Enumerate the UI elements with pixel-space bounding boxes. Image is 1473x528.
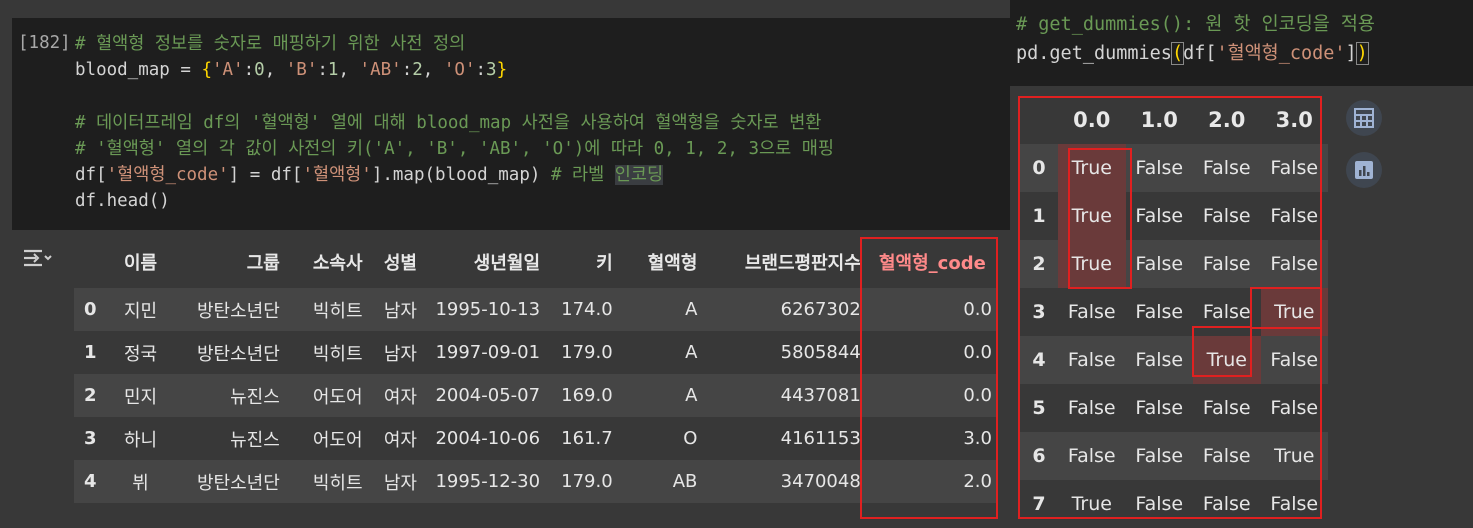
table-row: 0 True False False False <box>1020 144 1328 192</box>
table-row: 3 하니 뉴진스 어도어 여자 2004-10-06 161.7 O 4161153 3.0 <box>74 417 998 460</box>
get-dummies-comment-line: # get_dummies(): 원 핫 인코딩을 적용 <box>1016 14 1375 35</box>
execution-count: [182] <box>18 33 71 53</box>
right-notebook-panel: # get_dummies(): 원 핫 인코딩을 적용 pd.get_dumm… <box>1010 0 1473 528</box>
chart-icon <box>1355 161 1373 179</box>
table-row: 7 True False False False <box>1020 480 1328 528</box>
output-toggle-icon[interactable] <box>22 246 54 270</box>
table-row: 0 지민 방탄소년단 빅히트 남자 1995-10-13 174.0 A 6267302 0.0 <box>74 288 998 331</box>
col-header-height: 키 <box>596 253 613 274</box>
code-line-6: df.head() <box>75 191 170 211</box>
code-line-5: df['혈액형_code'] = df['혈액형'].map(blood_map… <box>75 165 664 185</box>
col-header-gender: 성별 <box>383 253 417 274</box>
left-notebook-panel: [182] # 혈액형 정보를 숫자로 매핑하기 위한 사전 정의 blood_… <box>0 0 1010 519</box>
code-line-1: # 혈액형 정보를 숫자로 매핑하기 위한 사전 정의 <box>75 34 466 54</box>
index-header <box>74 236 108 288</box>
col-header-group: 그룹 <box>246 253 280 274</box>
dummies-col-2: 2.0 <box>1208 108 1246 132</box>
dataframe-output-table: 이름 그룹 소속사 성별 생년월일 키 혈액형 브랜드평판지수 혈액형_code… <box>74 236 998 503</box>
get-dummies-code-line: pd.get_dummies(df['혈액형_code']) <box>1016 42 1369 65</box>
dummies-index-header <box>1020 96 1058 144</box>
table-row: 6 False False False True <box>1020 432 1328 480</box>
code-line-2: blood_map = {'A':0, 'B':1, 'AB':2, 'O':3… <box>75 60 508 80</box>
col-header-agency: 소속사 <box>312 253 363 274</box>
table-row: 4 False False True False <box>1020 336 1328 384</box>
code-cell[interactable]: [182] # 혈액형 정보를 숫자로 매핑하기 위한 사전 정의 blood_… <box>12 18 1010 230</box>
table-row: 1 True False False False <box>1020 192 1328 240</box>
col-header-bloodtype: 혈액형 <box>647 253 698 274</box>
table-row: 5 False False False False <box>1020 384 1328 432</box>
table-row: 4 뷔 방탄소년단 빅히트 남자 1995-12-30 179.0 AB 3470048 2.0 <box>74 460 998 503</box>
table-row: 2 True False False False <box>1020 240 1328 288</box>
get-dummies-code-cell[interactable]: # get_dummies(): 원 핫 인코딩을 적용 pd.get_dumm… <box>1010 0 1473 86</box>
suggest-charts-button[interactable] <box>1346 152 1382 188</box>
table-icon <box>1354 108 1374 128</box>
code-line-3: # 데이터프레임 df의 '혈액형' 열에 대해 blood_map 사전을 사… <box>75 113 822 133</box>
col-header-name: 이름 <box>124 253 158 274</box>
table-header-row: 이름 그룹 소속사 성별 생년월일 키 혈액형 브랜드평판지수 혈액형_code <box>74 236 998 288</box>
code-line-4: # '혈액형' 열의 각 값이 사전의 키('A', 'B', 'AB', 'O… <box>75 139 834 159</box>
dummies-output-table: 0.0 1.0 2.0 3.0 0 True False False False 1 Tr… <box>1020 96 1328 528</box>
convert-to-table-button[interactable] <box>1346 100 1382 136</box>
dummies-header-row: 0.0 1.0 2.0 3.0 <box>1020 96 1328 144</box>
table-row: 3 False False False True <box>1020 288 1328 336</box>
dummies-col-0: 0.0 <box>1073 108 1111 132</box>
col-header-bloodtype-code: 혈액형_code <box>878 253 986 274</box>
dummies-col-1: 1.0 <box>1140 108 1178 132</box>
table-row: 1 정국 방탄소년단 빅히트 남자 1997-09-01 179.0 A 5805844 0.0 <box>74 331 998 374</box>
dummies-col-3: 3.0 <box>1275 108 1313 132</box>
table-row: 2 민지 뉴진스 어도어 여자 2004-05-07 169.0 A 4437081 0.0 <box>74 374 998 417</box>
col-header-brand-index: 브랜드평판지수 <box>744 253 861 274</box>
col-header-birthdate: 생년월일 <box>473 253 541 274</box>
